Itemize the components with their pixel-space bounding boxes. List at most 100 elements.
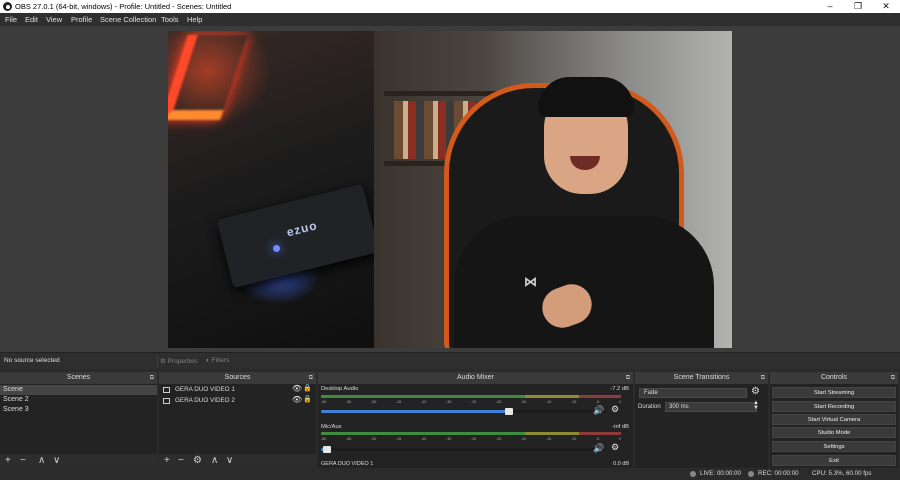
meter-tick-label: 0 bbox=[619, 400, 621, 404]
studio-mode-button[interactable]: Studio Mode bbox=[772, 427, 896, 438]
meter-tick-label: -35 bbox=[446, 437, 452, 441]
visibility-eye-icon[interactable]: 👁 bbox=[292, 384, 302, 394]
slider-handle[interactable] bbox=[505, 408, 514, 415]
person-hair bbox=[538, 77, 634, 117]
properties-button[interactable]: ⚙ Properties bbox=[160, 357, 197, 365]
lock-icon[interactable]: 🔒 bbox=[303, 395, 312, 405]
scenes-title: Scenes bbox=[66, 374, 91, 381]
video-source-2: ⋈ bbox=[374, 31, 732, 348]
remove-source-icon[interactable]: − bbox=[178, 455, 184, 467]
menu-scene-collection[interactable]: Scene Collection bbox=[100, 15, 156, 24]
start-recording-button[interactable]: Start Recording bbox=[772, 401, 896, 412]
move-down-icon[interactable]: ∨ bbox=[226, 455, 233, 467]
camera-icon bbox=[163, 398, 170, 404]
move-up-icon[interactable]: ∧ bbox=[211, 455, 218, 467]
mixer-header: Audio Mixer ⧉ bbox=[318, 372, 633, 384]
obs-logo-icon bbox=[3, 2, 12, 11]
device-logo: ezuo bbox=[285, 218, 319, 240]
menu-file[interactable]: File bbox=[5, 15, 17, 24]
menu-edit[interactable]: Edit bbox=[25, 15, 38, 24]
live-indicator-icon bbox=[690, 471, 696, 477]
remove-scene-icon[interactable]: − bbox=[20, 455, 26, 467]
menu-profile[interactable]: Profile bbox=[71, 15, 92, 24]
program-preview[interactable]: ezuo ⋈ bbox=[168, 31, 732, 348]
undock-icon[interactable]: ⧉ bbox=[626, 372, 630, 384]
video-source-1: ezuo bbox=[168, 31, 380, 348]
scene-item-scene-2[interactable]: Scene 2 bbox=[0, 395, 157, 405]
source-settings-icon[interactable]: ⚙ bbox=[193, 455, 202, 467]
lock-icon[interactable]: 🔒 bbox=[303, 384, 312, 394]
start-streaming-button[interactable]: Start Streaming bbox=[772, 387, 896, 398]
move-down-icon[interactable]: ∨ bbox=[53, 455, 60, 467]
undock-icon[interactable]: ⧉ bbox=[761, 372, 765, 384]
controls-title: Controls bbox=[820, 374, 848, 381]
add-scene-icon[interactable]: + bbox=[5, 455, 11, 467]
settings-button[interactable]: Settings bbox=[772, 441, 896, 452]
speaker-icon[interactable]: 🔊 bbox=[593, 443, 604, 454]
selection-status: No source selected bbox=[4, 357, 60, 364]
scene-item-scene[interactable]: Scene bbox=[0, 385, 157, 395]
close-button[interactable]: ✕ bbox=[872, 0, 900, 13]
meter-tick-label: 0 bbox=[619, 437, 621, 441]
audio-mixer-dock: Audio Mixer ⧉ Desktop Audio -7.2 dB -60 -… bbox=[318, 372, 633, 468]
minimize-button[interactable]: – bbox=[816, 0, 844, 13]
sources-title: Sources bbox=[224, 374, 251, 381]
menu-bar: File Edit View Profile Scene Collection … bbox=[0, 13, 900, 26]
title-bar: OBS 27.0.1 (64-bit, windows) - Profile: … bbox=[0, 0, 900, 13]
meter-tick-label: -10 bbox=[571, 400, 577, 404]
channel-db-mic-aux: -inf dB bbox=[612, 424, 629, 430]
sources-toolbar: + − ⚙ ∧ ∨ bbox=[159, 454, 316, 468]
live-status: LIVE: 00:00:00 bbox=[700, 470, 741, 477]
controls-dock: Controls ⧉ Start Streaming Start Recordi… bbox=[770, 372, 898, 468]
device-led bbox=[273, 245, 280, 252]
channel-name-desktop-audio: Desktop Audio bbox=[321, 386, 359, 392]
duration-input[interactable]: 300 ms bbox=[665, 402, 757, 412]
undock-icon[interactable]: ⧉ bbox=[309, 372, 313, 384]
gear-icon[interactable]: ⚙ bbox=[611, 442, 619, 453]
filters-button[interactable]: ◐ Filters bbox=[206, 357, 229, 364]
undock-icon[interactable]: ⧉ bbox=[891, 372, 895, 384]
gear-icon[interactable]: ⚙ bbox=[751, 386, 760, 397]
meter-tick-label: -55 bbox=[346, 437, 352, 441]
scenes-dock: Scenes ⧉ Scene Scene 2 Scene 3 + − ∧ ∨ bbox=[0, 372, 157, 468]
add-source-icon[interactable]: + bbox=[164, 455, 170, 467]
gear-icon[interactable]: ⚙ bbox=[611, 404, 619, 415]
meter-tick-label: -45 bbox=[396, 437, 402, 441]
controls-header: Controls ⧉ bbox=[770, 372, 898, 384]
menu-view[interactable]: View bbox=[46, 15, 62, 24]
meter-scale: -60 -55 -50 -45 -40 -35 -30 -25 -20 -15 -10 -5 0 bbox=[321, 400, 621, 405]
menu-help[interactable]: Help bbox=[187, 15, 202, 24]
source-item[interactable]: GERA DUO VIDEO 1 👁 🔒 bbox=[161, 384, 314, 395]
start-virtual-camera-button[interactable]: Start Virtual Camera bbox=[772, 414, 896, 425]
meter-tick-label: -55 bbox=[346, 400, 352, 404]
person-body bbox=[454, 216, 714, 348]
meter-tick-label: -15 bbox=[546, 400, 552, 404]
meter-tick-label: -50 bbox=[371, 400, 377, 404]
meter-tick-label: -60 bbox=[321, 437, 327, 441]
menu-tools[interactable]: Tools bbox=[161, 15, 179, 24]
shirt-logo: ⋈ bbox=[524, 274, 537, 289]
move-up-icon[interactable]: ∧ bbox=[38, 455, 45, 467]
slider-handle[interactable] bbox=[322, 446, 331, 453]
volume-meter bbox=[321, 395, 621, 398]
speaker-icon[interactable]: 🔊 bbox=[593, 405, 604, 416]
meter-tick-label: -10 bbox=[571, 437, 577, 441]
volume-slider-desktop-audio[interactable] bbox=[321, 408, 606, 415]
rec-status: REC: 00:00:00 bbox=[758, 470, 799, 477]
exit-button[interactable]: Exit bbox=[772, 455, 896, 466]
visibility-eye-icon[interactable]: 👁 bbox=[292, 395, 302, 405]
scene-item-scene-3[interactable]: Scene 3 bbox=[0, 405, 157, 415]
source-item[interactable]: GERA DUO VIDEO 2 👁 🔒 bbox=[161, 395, 314, 406]
channel-db-desktop-audio: -7.2 dB bbox=[610, 386, 629, 392]
transition-select[interactable]: Fade bbox=[639, 388, 747, 398]
undock-icon[interactable]: ⧉ bbox=[150, 372, 154, 384]
preview-area: ezuo ⋈ bbox=[0, 26, 900, 352]
meter-scale: -60 -55 -50 -45 -40 -35 -30 -25 -20 -15 -10 -5 0 bbox=[321, 437, 621, 442]
meter-tick-label: -15 bbox=[546, 437, 552, 441]
volume-slider-mic-aux[interactable] bbox=[321, 446, 606, 453]
spinner-arrows-icon[interactable]: ▲ ▼ bbox=[753, 400, 759, 411]
maximize-button[interactable]: ❐ bbox=[844, 0, 872, 13]
meter-tick-label: -30 bbox=[471, 400, 477, 404]
camera-icon bbox=[163, 387, 170, 393]
status-bar: LIVE: 00:00:00 REC: 00:00:00 CPU: 5.3%, … bbox=[0, 468, 900, 480]
